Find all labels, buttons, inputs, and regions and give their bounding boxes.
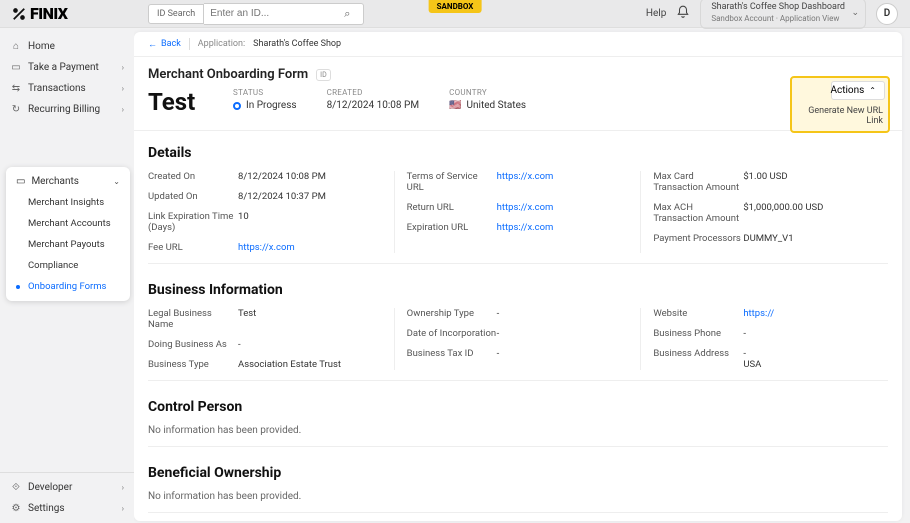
status-dot-icon: [233, 102, 241, 110]
page-heading: Merchant Onboarding Form: [148, 67, 308, 82]
flyout-insights[interactable]: Merchant Insights: [6, 192, 130, 213]
control-empty-msg: No information has been provided.: [148, 425, 888, 436]
updated-on-value: 8/12/2024 10:37 PM: [238, 191, 326, 202]
max-ach-value: $1,000,000.00 USD: [743, 202, 823, 224]
chevron-down-icon: ⌄: [851, 8, 859, 20]
details-heading: Details: [148, 145, 888, 161]
processors-value: DUMMY_V1: [743, 233, 793, 244]
created-on-value: 8/12/2024 10:08 PM: [238, 171, 326, 182]
back-link[interactable]: ← Back: [148, 39, 181, 50]
beneficial-heading: Beneficial Ownership: [148, 465, 888, 481]
flag-icon: 🇺🇸: [449, 100, 461, 111]
sidebar-item-take-payment[interactable]: ▭Take a Payment›: [0, 57, 134, 78]
copy-id-badge[interactable]: ID: [316, 69, 331, 81]
return-url-link[interactable]: https://x.com: [497, 202, 554, 213]
search-label: ID Search: [148, 4, 204, 24]
flyout-payouts[interactable]: Merchant Payouts: [6, 234, 130, 255]
legal-name-value: Test: [238, 308, 256, 330]
flyout-accounts[interactable]: Merchant Accounts: [6, 213, 130, 234]
sidebar-item-developer[interactable]: ⟐Developer›: [0, 477, 134, 498]
business-type-value: Association Estate Trust: [238, 359, 341, 370]
code-icon: ⟐: [10, 482, 22, 493]
logo-icon: [12, 7, 26, 21]
merchant-icon: ▭: [16, 176, 25, 187]
phone-value: -: [743, 328, 746, 339]
dba-value: -: [238, 339, 241, 350]
home-icon: ⌂: [10, 41, 22, 52]
repeat-icon: ↻: [10, 104, 22, 115]
dashboard-title: Sharath's Coffee Shop Dashboard: [711, 2, 845, 14]
merchants-flyout: ▭Merchants⌄ Merchant Insights Merchant A…: [6, 167, 130, 301]
flyout-onboarding[interactable]: Onboarding Forms: [6, 276, 130, 297]
chevron-right-icon: ›: [122, 105, 124, 114]
chevron-right-icon: ›: [122, 63, 124, 72]
flyout-heading[interactable]: ▭Merchants⌄: [6, 171, 130, 192]
status-value: In Progress: [246, 100, 297, 111]
help-link[interactable]: Help: [646, 8, 666, 19]
sidebar-item-home[interactable]: ⌂Home: [0, 36, 134, 57]
fee-url-link[interactable]: https://x.com: [238, 242, 295, 253]
gear-icon: ⚙: [10, 503, 22, 514]
crumb-app-value: Sharath's Coffee Shop: [253, 39, 341, 49]
max-card-value: $1.00 USD: [743, 171, 787, 193]
doi-value: -: [497, 328, 500, 339]
chevron-down-icon: ⌄: [113, 177, 120, 186]
sidebar-item-transactions[interactable]: ⇆Transactions›: [0, 78, 134, 99]
created-value: 8/12/2024 10:08 PM: [327, 100, 420, 111]
chevron-right-icon: ›: [122, 504, 124, 513]
generate-url-link[interactable]: Generate New URL Link: [795, 100, 885, 128]
actions-button[interactable]: Actions⌃: [831, 81, 885, 100]
avatar[interactable]: D: [876, 3, 898, 25]
breadcrumb: ← Back Application: Sharath's Coffee Sho…: [134, 32, 902, 57]
logo: FINIX: [0, 4, 134, 23]
link-expiration-value: 10: [238, 211, 249, 233]
country-label: COUNTRY: [449, 88, 526, 97]
website-link[interactable]: https://: [743, 308, 774, 319]
bell-icon[interactable]: [676, 5, 690, 23]
sidebar-item-recurring[interactable]: ↻Recurring Billing›: [0, 99, 134, 120]
country-value: United States: [467, 100, 527, 111]
created-label: CREATED: [327, 88, 420, 97]
entity-title: Test: [148, 88, 203, 116]
status-label: STATUS: [233, 88, 297, 97]
taxid-value: -: [497, 348, 500, 359]
expiration-url-link[interactable]: https://x.com: [497, 222, 554, 233]
search-input[interactable]: [204, 3, 364, 25]
beneficial-empty-msg: No information has been provided.: [148, 491, 888, 502]
address-value: -USA: [743, 348, 761, 370]
sandbox-badge: SANDBOX: [429, 0, 482, 13]
chevron-right-icon: ›: [122, 483, 124, 492]
chevron-right-icon: ›: [122, 84, 124, 93]
sidebar-item-settings[interactable]: ⚙Settings›: [0, 498, 134, 519]
flyout-compliance[interactable]: Compliance: [6, 255, 130, 276]
dashboard-sub: Sandbox Account · Application View: [711, 14, 845, 24]
business-heading: Business Information: [148, 282, 888, 298]
tos-url-link[interactable]: https://x.com: [497, 171, 554, 193]
search-icon[interactable]: ⌕: [344, 7, 350, 21]
card-icon: ▭: [10, 62, 22, 73]
actions-popover: Actions⌃ Generate New URL Link: [790, 76, 890, 133]
main-panel: ← Back Application: Sharath's Coffee Sho…: [134, 32, 902, 521]
ownership-value: -: [497, 308, 500, 319]
transfer-icon: ⇆: [10, 83, 22, 94]
chevron-up-icon: ⌃: [869, 86, 876, 95]
dashboard-switcher[interactable]: Sharath's Coffee Shop Dashboard Sandbox …: [700, 0, 866, 29]
crumb-app-label: Application:: [198, 39, 245, 49]
control-person-heading: Control Person: [148, 399, 888, 415]
